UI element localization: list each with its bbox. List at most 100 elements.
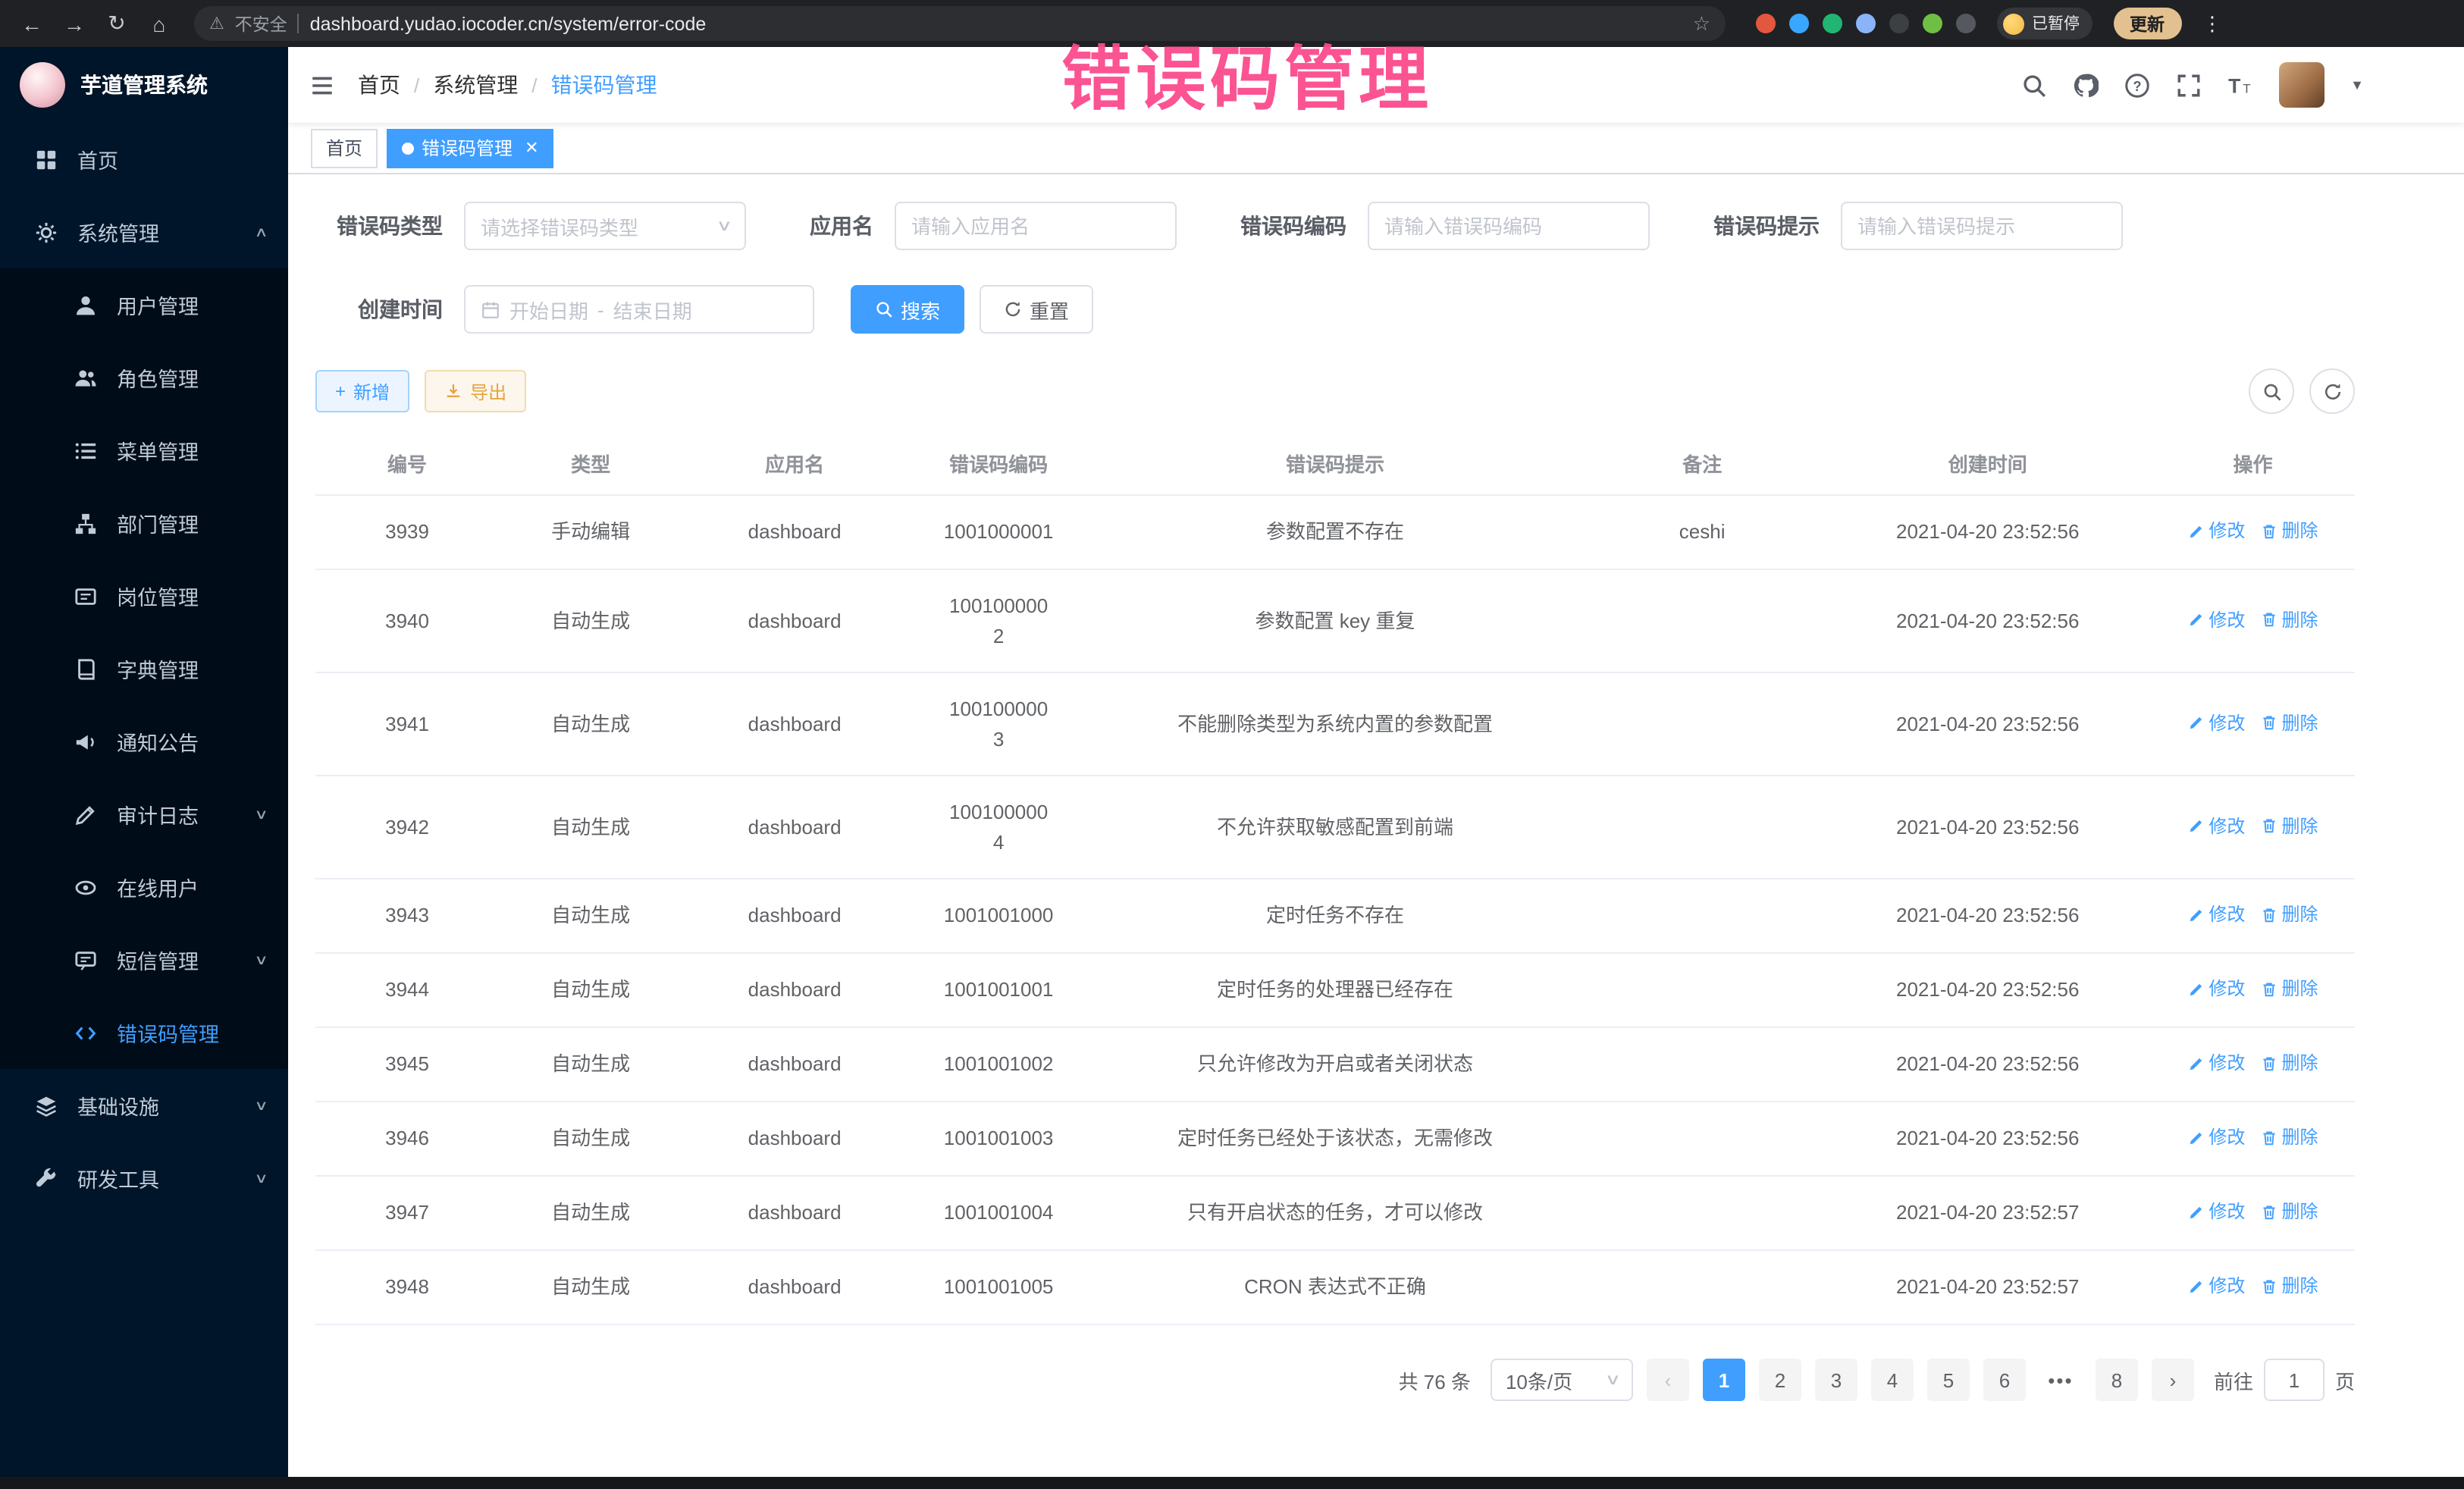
page-button-2[interactable]: 2	[1759, 1359, 1801, 1401]
edit-link[interactable]: 修改	[2187, 1124, 2245, 1151]
sidebar-item-审计日志[interactable]: 审计日志∨	[0, 778, 288, 851]
breadcrumb-item-错误码管理[interactable]: 错误码管理	[551, 70, 657, 100]
app-name-input[interactable]	[911, 215, 1160, 237]
edit-link[interactable]: 修改	[2187, 812, 2245, 839]
sidebar-item-字典管理[interactable]: 字典管理	[0, 632, 288, 705]
edit-link[interactable]: 修改	[2187, 1049, 2245, 1077]
extension-grid[interactable]	[1856, 14, 1876, 33]
bookmark-star-icon[interactable]: ☆	[1693, 11, 1710, 36]
help-icon[interactable]: ?	[2124, 72, 2150, 98]
cell-type: 自动生成	[499, 1250, 682, 1324]
sidebar-item-系统管理[interactable]: 系统管理∧	[0, 196, 288, 268]
sidebar-item-用户管理[interactable]: 用户管理	[0, 268, 288, 341]
delete-link[interactable]: 删除	[2260, 1124, 2318, 1151]
page-button-1[interactable]: 1	[1703, 1359, 1745, 1401]
sidebar-item-通知公告[interactable]: 通知公告	[0, 705, 288, 778]
home-icon[interactable]: ⌂	[143, 11, 176, 36]
chevron-down-icon[interactable]: ▼	[2350, 77, 2364, 92]
extension-green-check[interactable]	[1823, 14, 1842, 33]
reload-icon[interactable]: ↻	[100, 11, 133, 36]
cell-operations: 修改删除	[2151, 879, 2355, 953]
page-button-3[interactable]: 3	[1815, 1359, 1857, 1401]
edit-link[interactable]: 修改	[2187, 901, 2245, 928]
reset-button[interactable]: 重置	[980, 285, 1093, 334]
sidebar-item-在线用户[interactable]: 在线用户	[0, 851, 288, 923]
sidebar-item-首页[interactable]: 首页	[0, 123, 288, 196]
user-avatar[interactable]	[2279, 62, 2324, 108]
edit-link[interactable]: 修改	[2187, 1198, 2245, 1225]
sidebar-item-错误码管理[interactable]: 错误码管理	[0, 996, 288, 1069]
extension-red-dot[interactable]	[1756, 14, 1776, 33]
edit-link[interactable]: 修改	[2187, 709, 2245, 736]
page-button-6[interactable]: 6	[1983, 1359, 2026, 1401]
sidebar-item-短信管理[interactable]: 短信管理∨	[0, 923, 288, 996]
extension-paw[interactable]	[1956, 14, 1976, 33]
delete-link[interactable]: 删除	[2260, 812, 2318, 839]
date-range-picker[interactable]: 开始日期 - 结束日期	[464, 285, 814, 334]
prev-page-button[interactable]: ‹	[1647, 1359, 1689, 1401]
back-icon[interactable]: ←	[15, 11, 49, 36]
forward-icon[interactable]: →	[58, 11, 91, 36]
cell-id: 3948	[315, 1250, 499, 1324]
delete-link[interactable]: 删除	[2260, 517, 2318, 544]
refresh-table-button[interactable]	[2309, 368, 2355, 414]
error-code-input[interactable]	[1384, 215, 1633, 237]
edit-link[interactable]: 修改	[2187, 1272, 2245, 1299]
column-header-错误码编码: 错误码编码	[907, 432, 1090, 495]
sidebar-item-岗位管理[interactable]: 岗位管理	[0, 560, 288, 632]
cell-id: 3941	[315, 672, 499, 776]
delete-link[interactable]: 删除	[2260, 975, 2318, 1002]
error-hint-input[interactable]	[1857, 215, 2106, 237]
browser-menu-icon[interactable]: ⋮	[2202, 11, 2222, 36]
tag-tab-首页[interactable]: 首页	[311, 128, 378, 168]
page-size-select[interactable]: 10条/页 ∨	[1491, 1359, 1633, 1401]
edit-link[interactable]: 修改	[2187, 975, 2245, 1002]
browser-profile-chip[interactable]: 已暂停	[1997, 8, 2092, 39]
url-text: dashboard.yudao.iocoder.cn/system/error-…	[310, 13, 707, 34]
search-button[interactable]: 搜索	[851, 285, 964, 334]
edit-link[interactable]: 修改	[2187, 517, 2245, 544]
font-size-icon[interactable]: TT	[2227, 72, 2253, 98]
sidebar-item-部门管理[interactable]: 部门管理	[0, 487, 288, 560]
sidebar-item-菜单管理[interactable]: 菜单管理	[0, 414, 288, 487]
hamburger-icon[interactable]	[309, 72, 335, 98]
sidebar-item-研发工具[interactable]: 研发工具∨	[0, 1142, 288, 1215]
search-icon[interactable]	[2021, 72, 2047, 98]
delete-link[interactable]: 删除	[2260, 901, 2318, 928]
cell-code: 100100000 2	[907, 569, 1090, 672]
export-button[interactable]: 导出	[425, 370, 526, 412]
breadcrumb-item-系统管理[interactable]: 系统管理	[433, 70, 518, 100]
next-page-button[interactable]: ›	[2152, 1359, 2194, 1401]
edit-link[interactable]: 修改	[2187, 606, 2245, 633]
delete-link[interactable]: 删除	[2260, 1049, 2318, 1077]
tag-tab-错误码管理[interactable]: 错误码管理✕	[387, 128, 553, 168]
toggle-search-button[interactable]	[2249, 368, 2294, 414]
add-button[interactable]: + 新增	[315, 370, 409, 412]
delete-link[interactable]: 删除	[2260, 606, 2318, 633]
address-bar[interactable]: ⚠ 不安全 dashboard.yudao.iocoder.cn/system/…	[194, 6, 1726, 41]
cell-type: 自动生成	[499, 1027, 682, 1102]
cell-type: 自动生成	[499, 953, 682, 1027]
delete-link[interactable]: 删除	[2260, 1272, 2318, 1299]
sidebar-item-角色管理[interactable]: 角色管理	[0, 341, 288, 414]
page-button-8[interactable]: 8	[2096, 1359, 2138, 1401]
close-icon[interactable]: ✕	[525, 138, 538, 158]
browser-update-button[interactable]: 更新	[2113, 8, 2181, 39]
extension-switch-on[interactable]	[1889, 14, 1909, 33]
page-button-5[interactable]: 5	[1927, 1359, 1970, 1401]
edit-icon	[2187, 817, 2204, 834]
page-button-4[interactable]: 4	[1871, 1359, 1914, 1401]
delete-link[interactable]: 删除	[2260, 1198, 2318, 1225]
github-icon[interactable]	[2073, 72, 2099, 98]
delete-link[interactable]: 删除	[2260, 709, 2318, 736]
fullscreen-icon[interactable]	[2176, 72, 2202, 98]
sidebar-item-基础设施[interactable]: 基础设施∨	[0, 1069, 288, 1142]
goto-page-input[interactable]	[2264, 1359, 2324, 1401]
breadcrumb-item-首页[interactable]: 首页	[358, 70, 400, 100]
error-type-select[interactable]: 请选择错误码类型 ∨	[464, 202, 746, 250]
infra-icon	[33, 1094, 59, 1117]
edit-icon	[2187, 980, 2204, 997]
extension-leaf[interactable]	[1923, 14, 1942, 33]
extension-blue-drop[interactable]	[1789, 14, 1809, 33]
cell-operations: 修改删除	[2151, 1250, 2355, 1324]
